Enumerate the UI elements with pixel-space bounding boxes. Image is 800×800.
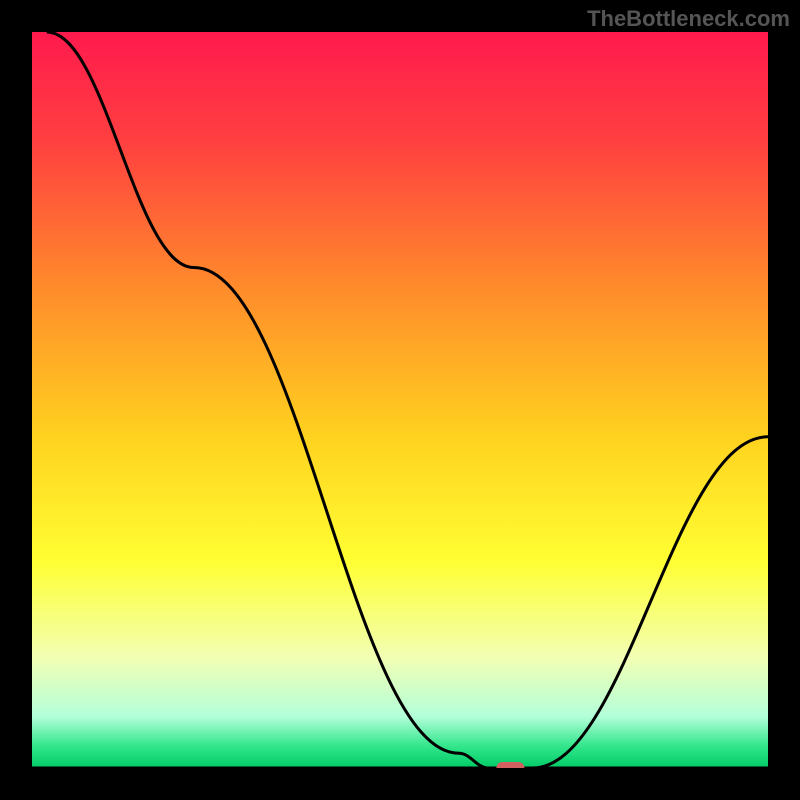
sweet-spot-marker	[496, 762, 524, 768]
chart-container: TheBottleneck.com	[0, 0, 800, 800]
gradient-background	[32, 32, 768, 768]
chart-svg	[32, 32, 768, 768]
plot-area	[32, 32, 768, 768]
watermark-text: TheBottleneck.com	[587, 6, 790, 32]
